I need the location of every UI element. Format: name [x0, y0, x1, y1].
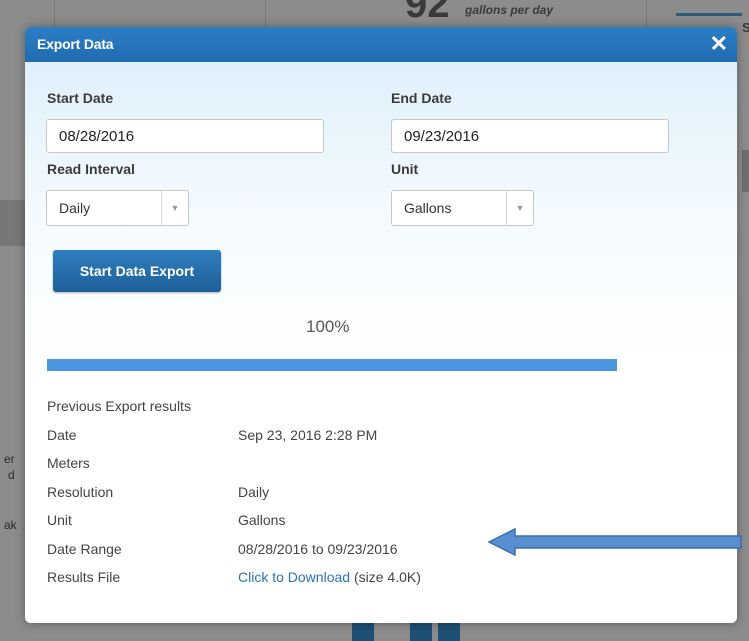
result-value-date: Sep 23, 2016 2:28 PM [238, 427, 378, 443]
bg-panel [0, 200, 26, 246]
bg-stat-value: 92 [405, 0, 450, 26]
result-label-date-range: Date Range [47, 541, 122, 557]
file-size-text: (size 4.0K) [353, 569, 421, 585]
bg-side-letter: S [742, 20, 749, 35]
result-value-resolution: Daily [238, 484, 270, 500]
result-label-unit: Unit [47, 512, 72, 528]
unit-select[interactable]: Gallons ▼ [391, 190, 534, 226]
bg-side-text: er [4, 452, 15, 466]
result-label-resolution: Resolution [47, 484, 114, 500]
bg-chart-bar [352, 622, 374, 641]
bg-side-text: ak [4, 518, 17, 532]
bg-side-text: d [8, 468, 15, 482]
read-interval-label: Read Interval [47, 161, 135, 177]
chevron-down-icon: ▼ [506, 191, 533, 225]
result-label-date: Date [47, 427, 77, 443]
read-interval-value: Daily [59, 200, 91, 216]
chevron-down-icon: ▼ [161, 191, 188, 225]
result-value-date-range: 08/28/2016 to 09/23/2016 [238, 541, 398, 557]
progress-bar-fill [47, 359, 617, 371]
bg-panel [742, 150, 749, 192]
result-label-meters: Meters [47, 455, 90, 471]
result-value-unit: Gallons [238, 512, 286, 528]
bg-stat-unit: gallons per day [465, 3, 554, 17]
bg-divider [54, 0, 55, 27]
result-label-results-file: Results File [47, 569, 121, 585]
end-date-label: End Date [391, 90, 452, 106]
annotation-arrow-icon [487, 528, 742, 556]
end-date-input[interactable] [391, 119, 669, 153]
progress-bar [47, 359, 617, 371]
start-data-export-button[interactable]: Start Data Export [53, 250, 221, 292]
close-icon[interactable]: ✕ [710, 31, 728, 57]
progress-percent: 100% [306, 317, 350, 336]
dialog-header: Export Data ✕ [25, 27, 737, 62]
download-link[interactable]: Click to Download [238, 569, 350, 585]
start-date-label: Start Date [47, 90, 114, 106]
dialog-title: Export Data [37, 36, 114, 52]
unit-value: Gallons [404, 200, 452, 216]
bg-accent-bar [676, 13, 742, 16]
start-date-input[interactable] [46, 119, 324, 153]
unit-label: Unit [391, 161, 419, 177]
results-heading: Previous Export results [47, 398, 191, 414]
bg-divider [265, 0, 266, 27]
bg-chart-bar [410, 622, 432, 641]
bg-divider [646, 0, 647, 27]
read-interval-select[interactable]: Daily ▼ [46, 190, 189, 226]
bg-chart-bar [438, 622, 460, 641]
result-value-results-file: Click to Download (size 4.0K) [238, 569, 421, 585]
